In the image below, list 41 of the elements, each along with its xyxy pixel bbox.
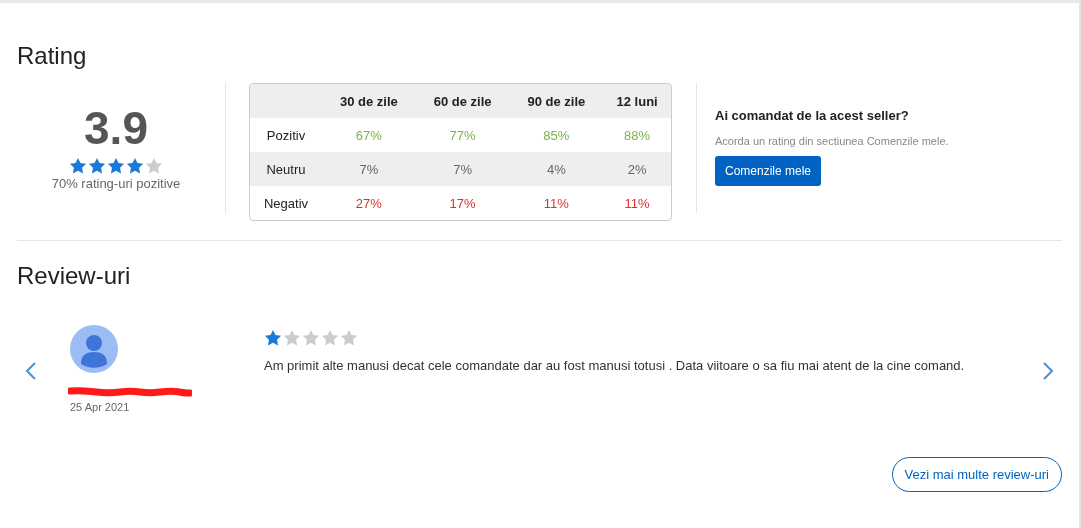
table-cell: 7%: [415, 152, 510, 186]
table-cell: 7%: [322, 152, 416, 186]
rating-score: 3.9: [84, 103, 148, 153]
table-header-cell: [250, 84, 322, 118]
row-label: Neutru: [250, 152, 322, 186]
table-cell-text: 85%: [542, 126, 571, 145]
orders-button[interactable]: Comenzile mele: [715, 156, 822, 186]
star-icon: [264, 329, 282, 347]
table-cell-text: 67%: [354, 126, 383, 145]
more-reviews-button[interactable]: Vezi mai multe review-uri: [891, 457, 1062, 492]
table-cell: 2%: [603, 152, 671, 186]
positive-rating-label: 70% rating-uri pozitive: [51, 176, 181, 191]
star-icon: [321, 329, 339, 347]
column-header: 60 de zile: [415, 84, 510, 118]
cta-heading: Ai comandat de la acest seller?: [715, 108, 910, 123]
star-icon: [107, 157, 125, 175]
star-icon: [302, 329, 320, 347]
star-icon: [69, 157, 87, 175]
review-date: 25 Apr 2021: [70, 401, 131, 413]
table-cell-text: 27%: [354, 194, 383, 213]
star-icon: [283, 329, 301, 347]
star-icon: [340, 329, 358, 347]
section-title: Review-uri: [17, 261, 132, 291]
column-header: 12 luni: [603, 84, 671, 118]
table-cell-text: 17%: [448, 194, 477, 213]
table-cell-text: 77%: [448, 126, 477, 145]
table-cell-text: 88%: [623, 126, 652, 145]
column-header: 30 de zile: [322, 84, 416, 118]
review-text: Am primit alte manusi decat cele comandate dar au fost manusi totusi . Data viitoare o sa fiu mai atent de la cine comand.: [264, 358, 965, 373]
row-label: Pozitiv: [265, 126, 307, 145]
table-cell: 4%: [509, 152, 604, 186]
avatar-icon: [70, 325, 118, 373]
table-cell-text: 11%: [542, 194, 570, 213]
column-header: 90 de zile: [509, 84, 604, 118]
star-icon: [145, 157, 163, 175]
cta-text: Acorda un rating din sectiunea Comenzile mele.: [715, 135, 949, 147]
row-label: Negativ: [262, 194, 310, 213]
star-icon: [126, 157, 144, 175]
section-title: Rating: [17, 41, 88, 71]
star-icon: [88, 157, 106, 175]
table-cell-text: 11%: [623, 194, 651, 213]
